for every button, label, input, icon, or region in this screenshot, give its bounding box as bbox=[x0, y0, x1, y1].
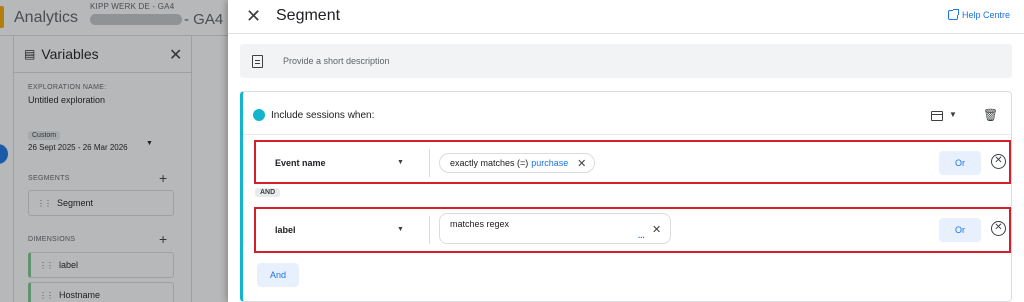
filter-row: Event name ▼ exactly matches (=) purchas… bbox=[259, 145, 1006, 181]
and-separator: AND bbox=[255, 188, 281, 197]
close-icon[interactable]: ✕ bbox=[246, 6, 261, 27]
condition-header: Include sessions when: bbox=[253, 109, 374, 121]
segment-dialog-header: ✕ Segment Help Centre bbox=[228, 0, 1024, 34]
or-button[interactable]: Or bbox=[939, 151, 981, 175]
dimension-select-value: Event name bbox=[275, 158, 326, 168]
condition-operator: exactly matches (=) bbox=[450, 158, 529, 168]
remove-circle-icon[interactable]: ✕ bbox=[991, 154, 1006, 169]
condition-value: purchase bbox=[531, 158, 569, 168]
regex-value-input[interactable] bbox=[450, 230, 644, 242]
description-field[interactable]: Provide a short description bbox=[240, 44, 1012, 78]
help-centre-link[interactable]: Help Centre bbox=[947, 9, 1010, 20]
condition-chip[interactable]: exactly matches (=) purchase ✕ bbox=[439, 153, 596, 173]
divider bbox=[243, 134, 1012, 135]
document-icon bbox=[252, 54, 263, 68]
trash-icon[interactable]: 🗑 bbox=[983, 108, 998, 122]
open-in-new-icon bbox=[947, 9, 959, 20]
divider bbox=[429, 149, 430, 177]
close-icon[interactable]: ✕ bbox=[577, 157, 586, 170]
chevron-down-icon[interactable]: ▼ bbox=[949, 110, 957, 119]
modal-scrim[interactable] bbox=[0, 0, 228, 302]
condition-group-card: Include sessions when: ▼ 🗑 Event name ▼ … bbox=[240, 91, 1012, 302]
dimension-select-value: label bbox=[275, 225, 296, 235]
chevron-down-icon[interactable]: ▼ bbox=[397, 159, 404, 166]
condition-editor[interactable]: matches regex ... ✕ bbox=[439, 213, 671, 244]
help-centre-label: Help Centre bbox=[961, 10, 1010, 20]
or-button[interactable]: Or bbox=[939, 218, 981, 242]
filter-row: label ▼ matches regex ... ✕ Or ✕ bbox=[259, 212, 1006, 248]
close-icon[interactable]: ✕ bbox=[652, 223, 661, 236]
chevron-down-icon[interactable]: ▼ bbox=[397, 226, 404, 233]
divider bbox=[429, 216, 430, 244]
description-placeholder: Provide a short description bbox=[283, 56, 390, 66]
remove-circle-icon[interactable]: ✕ bbox=[991, 221, 1006, 236]
more-indicator[interactable]: ... bbox=[638, 231, 645, 240]
segment-dialog: ✕ Segment Help Centre Provide a short de… bbox=[228, 0, 1024, 302]
scope-icon[interactable] bbox=[931, 111, 943, 121]
condition-operator: matches regex bbox=[450, 219, 510, 229]
and-button[interactable]: And bbox=[257, 263, 299, 287]
dialog-title: Segment bbox=[276, 7, 341, 24]
segment-color-icon bbox=[253, 109, 265, 121]
condition-title: Include sessions when: bbox=[271, 109, 375, 121]
